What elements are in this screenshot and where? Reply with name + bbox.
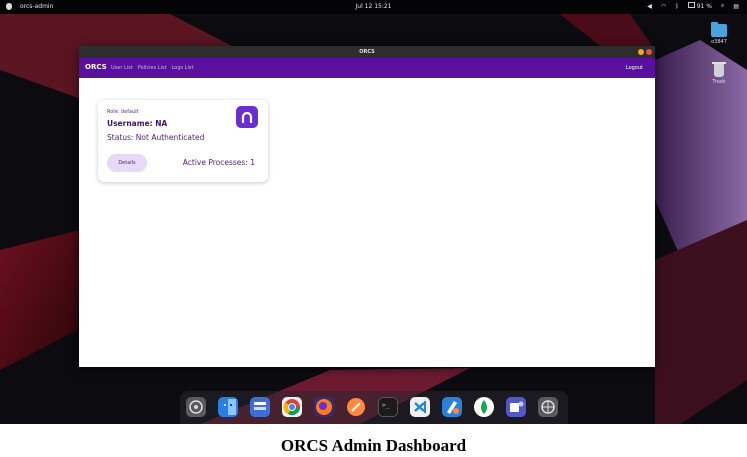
nav-link-logs-list[interactable]: Logs List [172,65,194,71]
details-button[interactable]: Details [107,154,147,172]
safari-icon[interactable] [346,397,366,417]
folder-icon [711,22,727,37]
desktop-trash[interactable]: Trash [704,62,734,85]
app-window: ORCS ORCS User List Policies List Logs L… [79,46,655,367]
volume-icon[interactable]: ◀ [647,3,652,10]
desktop-folder-label: o3847 [711,39,727,45]
desktop-trash-label: Trash [712,79,726,85]
svg-text:>_: >_ [382,402,390,409]
user-card: Role: default Username: NA Status: Not A… [98,100,268,182]
trash-icon [712,62,726,77]
figure-caption: ORCS Admin Dashboard [280,436,467,455]
close-button[interactable] [646,49,652,55]
window-title: ORCS [359,49,375,55]
terminal-icon[interactable]: >_ [378,397,398,417]
window-titlebar[interactable]: ORCS [79,46,655,58]
navbar: ORCS User List Policies List Logs List L… [79,58,655,78]
xcode-icon[interactable] [442,397,462,417]
auth-status: Status: Not Authenticated [107,133,205,142]
teams-icon[interactable] [506,397,526,417]
nav-link-user-list[interactable]: User List [111,65,133,71]
desktop-folder[interactable]: o3847 [704,22,734,45]
minimize-button[interactable] [638,49,644,55]
main-content: Role: default Username: NA Status: Not A… [79,78,655,367]
finder-icon[interactable] [218,397,238,417]
chrome-icon[interactable] [282,397,302,417]
settings-icon[interactable] [186,397,206,417]
search-icon[interactable]: ⌕ [721,2,724,10]
firefox-icon[interactable] [314,397,334,417]
desktop: orcs-admin Jul 12 15:21 ◀ ◠ ᛒ 91 % ⌕ ▤ o… [0,0,747,424]
system-preferences-icon[interactable] [538,397,558,417]
logout-button[interactable]: Logout [626,65,643,71]
user-role: Role: default [107,109,139,115]
username: Username: NA [107,119,168,128]
battery-indicator[interactable]: 91 % [687,2,712,10]
active-processes: Active Processes: 1 [182,158,255,167]
dock: >_ [180,391,568,424]
mongodb-icon[interactable] [474,397,494,417]
clock[interactable]: Jul 12 15:21 [356,3,392,10]
user-avatar-icon [236,106,258,128]
nav-link-policies-list[interactable]: Policies List [138,65,167,71]
control-center-icon[interactable]: ▤ [733,3,739,10]
wifi-icon[interactable]: ◠ [661,3,666,10]
top-bar: orcs-admin Jul 12 15:21 ◀ ◠ ᛒ 91 % ⌕ ▤ [0,0,747,14]
files-icon[interactable] [250,397,270,417]
bluetooth-icon[interactable]: ᛒ [675,3,679,10]
vscode-icon[interactable] [410,397,430,417]
battery-icon [687,2,695,8]
nav-brand[interactable]: ORCS [85,63,107,71]
